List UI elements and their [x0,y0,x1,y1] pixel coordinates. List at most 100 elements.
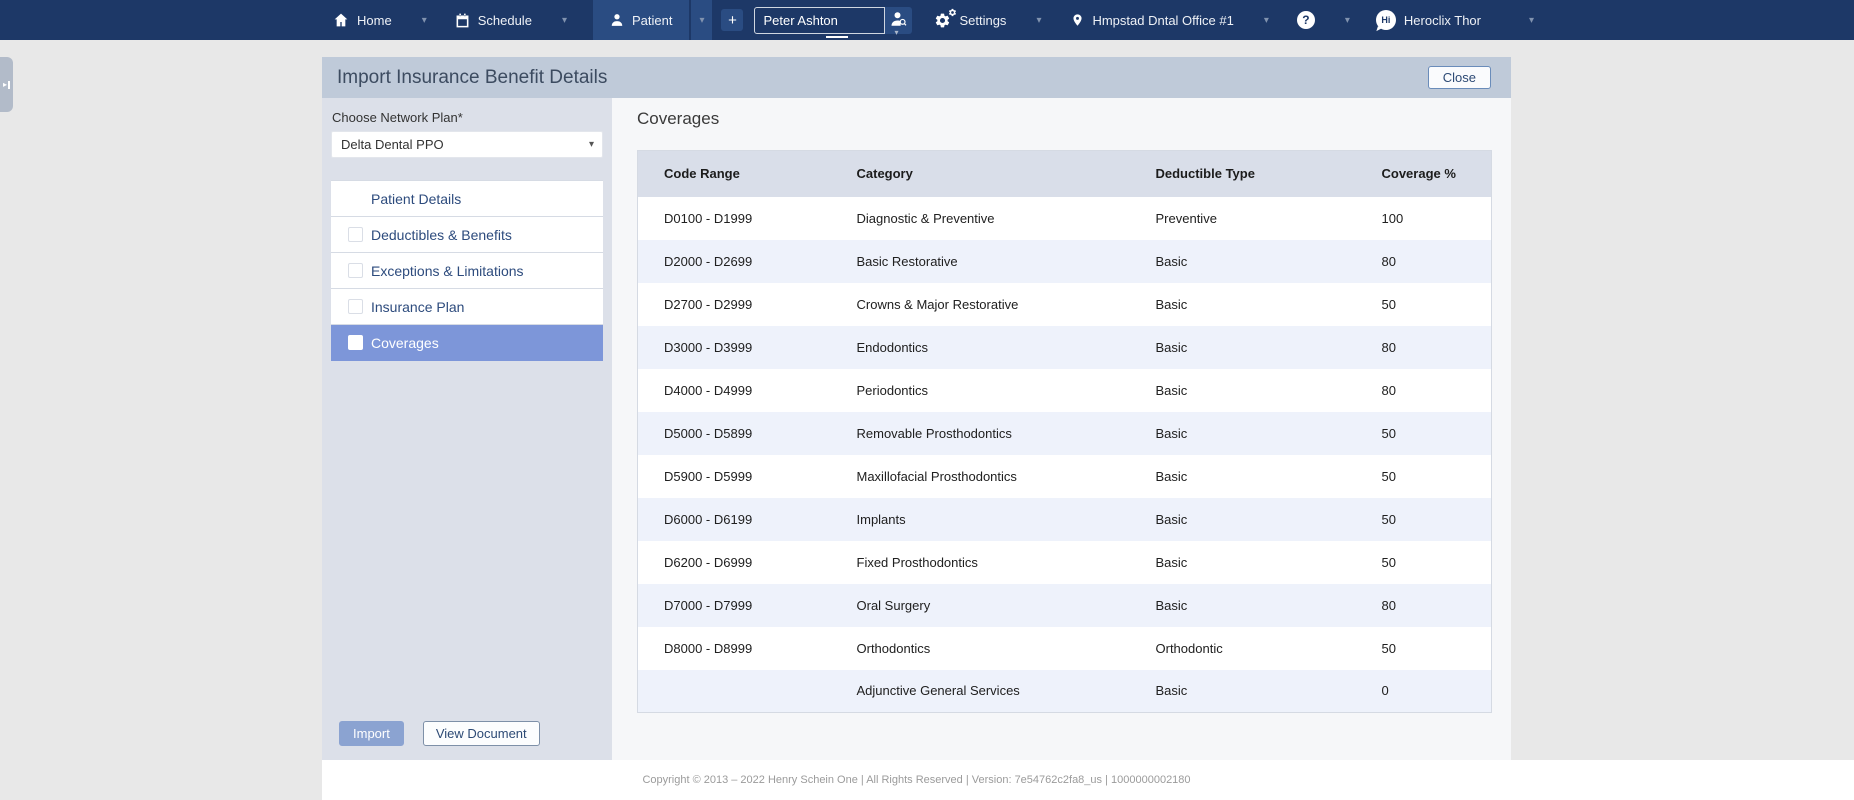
table-cell: Basic [1155,597,1188,613]
table-cell: Periodontics [856,382,929,398]
table-cell: D2000 - D2699 [664,253,753,269]
chevron-down-icon[interactable]: ▾ [422,15,427,26]
table-cell: 50 [1381,554,1396,570]
section-label: Coverages [371,334,439,351]
table-cell: Basic [1155,425,1188,441]
table-row: D6000 - D6199 Implants Basic 50 [637,497,1492,541]
table-row: D6200 - D6999 Fixed Prosthodontics Basic 50 [638,541,1492,584]
gear-icon [934,8,957,29]
table-cell: D0100 - D1999 [664,210,753,226]
chevron-down-icon[interactable]: ▾ [1529,15,1534,26]
close-button[interactable]: Close [1427,66,1491,89]
section-checkbox[interactable] [348,263,363,278]
hi-chat-bubble-icon: Hi [1375,10,1396,30]
table-cell: Basic Restorative [856,253,958,269]
top-nav-bar: Home ▾ Schedule ▾ Patient ▾ + ▾ [0,0,1854,40]
table-row: D3000 - D3999 Endodontics Basic 80 [637,325,1492,369]
patient-search-input[interactable] [754,6,886,34]
person-icon [610,13,624,27]
expand-arrow-icon: ▸ [2,80,7,89]
table-cell: 50 [1381,425,1396,441]
table-cell: 0 [1381,683,1389,699]
sidebar-section[interactable]: Coverages [331,325,603,361]
add-patient-button[interactable]: + [721,9,744,31]
person-search-icon [890,10,908,31]
column-header: Deductible Type [1129,150,1356,197]
section-checkbox[interactable] [348,227,363,242]
sidebar-section[interactable]: Exceptions & Limitations [331,253,603,289]
table-cell: Basic [1155,468,1188,484]
table-cell: 50 [1381,296,1396,312]
table-body: D0100 - D1999 Diagnostic & Preventive Prev… [637,197,1492,713]
sidebar-section[interactable]: Deductibles & Benefits [331,217,603,253]
footer: Copyright © 2013 – 2022 Henry Schein One… [322,760,1854,800]
nav-schedule[interactable]: Schedule ▾ [455,0,567,40]
nav-user-name: Heroclix Thor [1403,12,1481,28]
table-row: Adjunctive General Services Basic 0 [637,669,1492,713]
content-heading: Coverages [637,109,720,128]
location-pin-icon [1071,12,1084,28]
table-cell: 50 [1381,511,1396,527]
expand-side-panel-tab[interactable]: ▸ [0,57,13,112]
chevron-down-icon[interactable]: ▾ [1264,15,1269,26]
section-checkbox[interactable] [348,299,363,314]
table-cell: Diagnostic & Preventive [856,210,995,226]
table-cell: Removable Prosthodontics [856,425,1012,441]
nav-patient-active-tab[interactable]: Patient [592,0,690,40]
table-cell: Oral Surgery [856,597,931,613]
chevron-down-icon[interactable]: ▾ [562,15,567,26]
section-checkbox[interactable] [348,335,363,350]
nav-settings[interactable]: Settings ▾ [934,0,1041,40]
table-cell: D6000 - D6199 [664,511,753,527]
table-cell: 50 [1381,640,1396,656]
table-cell: Basic [1155,253,1188,269]
nav-patient-label: Patient [631,12,673,28]
view-document-button[interactable]: View Document [422,721,540,746]
network-plan-select[interactable]: Delta Dental PPO ▾ [331,131,603,158]
nav-home[interactable]: Home ▾ [333,0,427,40]
table-cell: Preventive [1155,210,1217,226]
table-cell: 100 [1381,210,1404,226]
nav-user[interactable]: Hi Heroclix Thor ▾ [1375,0,1534,40]
sidebar-section[interactable]: Patient Details [331,181,603,217]
nav-settings-label: Settings [959,12,1007,28]
section-list: Patient Details Deductibles & Benefits E… [331,180,603,361]
panel-header: Import Insurance Benefit Details Close [322,57,1511,98]
table-cell: Endodontics [856,339,929,355]
table-cell: Crowns & Major Restorative [856,296,1019,312]
table-row: D8000 - D8999 Orthodontics Orthodontic 50 [638,627,1492,670]
nav-help[interactable]: ? ▾ [1296,0,1350,40]
table-row: D7000 - D7999 Oral Surgery Basic 80 [637,583,1492,627]
table-cell: Basic [1155,683,1188,699]
table-cell: Basic [1155,554,1188,570]
column-header: Category [830,150,1130,197]
table-row: D2700 - D2999 Crowns & Major Restorative B… [638,283,1492,326]
table-cell: D2700 - D2999 [664,296,753,312]
table-cell: 50 [1381,468,1396,484]
table-cell: D4000 - D4999 [664,382,753,398]
table-row: D5000 - D5899 Removable Prosthodontics Bas… [637,411,1492,455]
chevron-down-icon[interactable]: ▾ [1345,15,1350,26]
home-icon [333,12,349,28]
nav-home-label: Home [357,12,392,28]
page-title: Import Insurance Benefit Details [337,66,608,88]
nav-location[interactable]: Hmpstad Dntal Office #1 ▾ [1071,0,1269,40]
section-label: Exceptions & Limitations [371,262,524,279]
copyright-text: Copyright © 2013 – 2022 Henry Schein One… [642,774,1191,786]
table-cell: D6200 - D6999 [664,554,753,570]
table-cell: D7000 - D7999 [664,597,753,613]
chevron-down-icon[interactable]: ▾ [1036,15,1041,26]
table-cell: 80 [1381,382,1396,398]
table-row: D4000 - D4999 Periodontics Basic 80 [638,369,1492,412]
network-plan-label: Choose Network Plan* [332,110,463,125]
table-cell [638,670,831,713]
table-cell: Fixed Prosthodontics [856,554,978,570]
search-input-underline [826,35,849,38]
patient-search-button[interactable]: ▾ [885,6,913,37]
nav-patient-dropdown[interactable]: ▾ [689,0,713,40]
nav-location-label: Hmpstad Dntal Office #1 [1092,12,1234,28]
coverages-table: Code Range Category Deductible Type Coverag… [637,150,1492,713]
sidebar-section[interactable]: Insurance Plan [331,289,603,325]
import-button[interactable]: Import [339,721,404,746]
table-row: D0100 - D1999 Diagnostic & Preventive Prev… [638,197,1492,240]
